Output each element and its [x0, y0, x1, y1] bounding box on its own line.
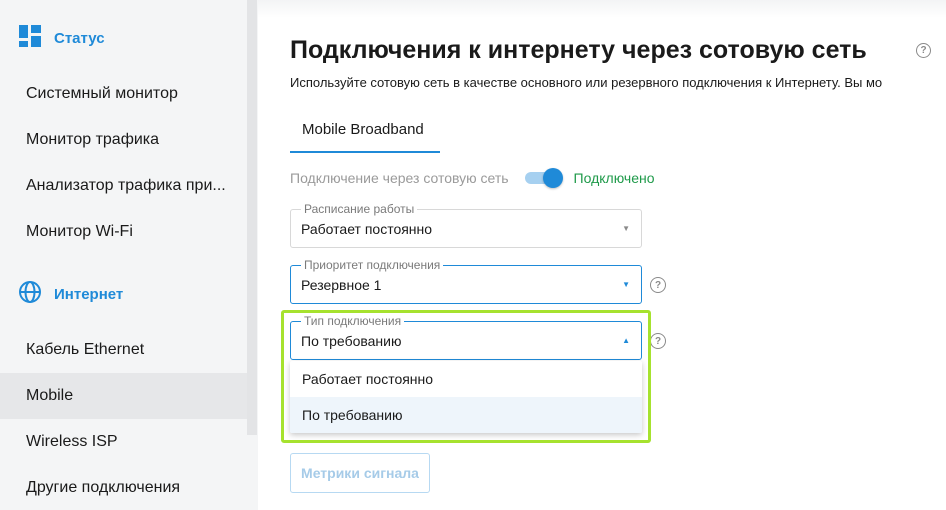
sidebar-item-system-monitor[interactable]: Системный монитор — [0, 71, 247, 117]
signal-metrics-button[interactable]: Метрики сигнала — [290, 453, 430, 493]
caret-down-icon: ▼ — [622, 224, 630, 233]
priority-value: Резервное 1 — [301, 277, 382, 293]
sidebar-section-status[interactable]: Статус — [18, 24, 105, 53]
highlight-frame — [281, 310, 651, 443]
caret-down-icon: ▼ — [622, 280, 630, 289]
tab-mobile-broadband[interactable]: Mobile Broadband — [290, 121, 440, 153]
connection-status: Подключено — [573, 170, 655, 186]
help-icon[interactable]: ? — [650, 277, 666, 293]
sidebar-item-wifi-monitor[interactable]: Монитор Wi-Fi — [0, 209, 247, 255]
sidebar-scrollbar[interactable] — [247, 0, 257, 435]
dashboard-icon — [18, 24, 42, 53]
help-icon[interactable]: ? — [650, 333, 666, 349]
page-subtitle: Используйте сотовую сеть в качестве осно… — [290, 75, 883, 90]
sidebar-section-label: Статус — [54, 30, 105, 47]
connection-toggle-row: Подключение через сотовую сеть Подключен… — [290, 168, 655, 188]
help-icon[interactable]: ? — [916, 43, 931, 58]
priority-label: Приоритет подключения — [301, 258, 444, 272]
sidebar-section-internet[interactable]: Интернет — [18, 280, 123, 309]
top-shadow — [258, 0, 946, 18]
globe-icon — [18, 280, 42, 309]
sidebar-item-traffic-monitor[interactable]: Монитор трафика — [0, 117, 247, 163]
sidebar-item-other-connections[interactable]: Другие подключения — [0, 465, 247, 510]
sidebar-section-label: Интернет — [54, 286, 124, 303]
sidebar-item-wireless-isp[interactable]: Wireless ISP — [0, 419, 247, 465]
sidebar-item-traffic-analyzer[interactable]: Анализатор трафика при... — [0, 163, 247, 209]
connection-toggle[interactable] — [524, 168, 563, 188]
sidebar-item-mobile[interactable]: Mobile — [0, 373, 247, 419]
schedule-value: Работает постоянно — [301, 221, 433, 237]
toggle-label: Подключение через сотовую сеть — [290, 170, 509, 186]
schedule-label: Расписание работы — [301, 202, 418, 216]
priority-select[interactable]: Приоритет подключения Резервное 1 ▼ — [290, 258, 642, 304]
sidebar: Статус Системный монитор Монитор трафика… — [0, 0, 258, 510]
page-title: Подключения к интернету через сотовую се… — [290, 36, 867, 64]
schedule-select[interactable]: Расписание работы Работает постоянно ▼ — [290, 202, 642, 248]
toggle-knob — [542, 168, 563, 188]
sidebar-item-ethernet[interactable]: Кабель Ethernet — [0, 327, 247, 373]
